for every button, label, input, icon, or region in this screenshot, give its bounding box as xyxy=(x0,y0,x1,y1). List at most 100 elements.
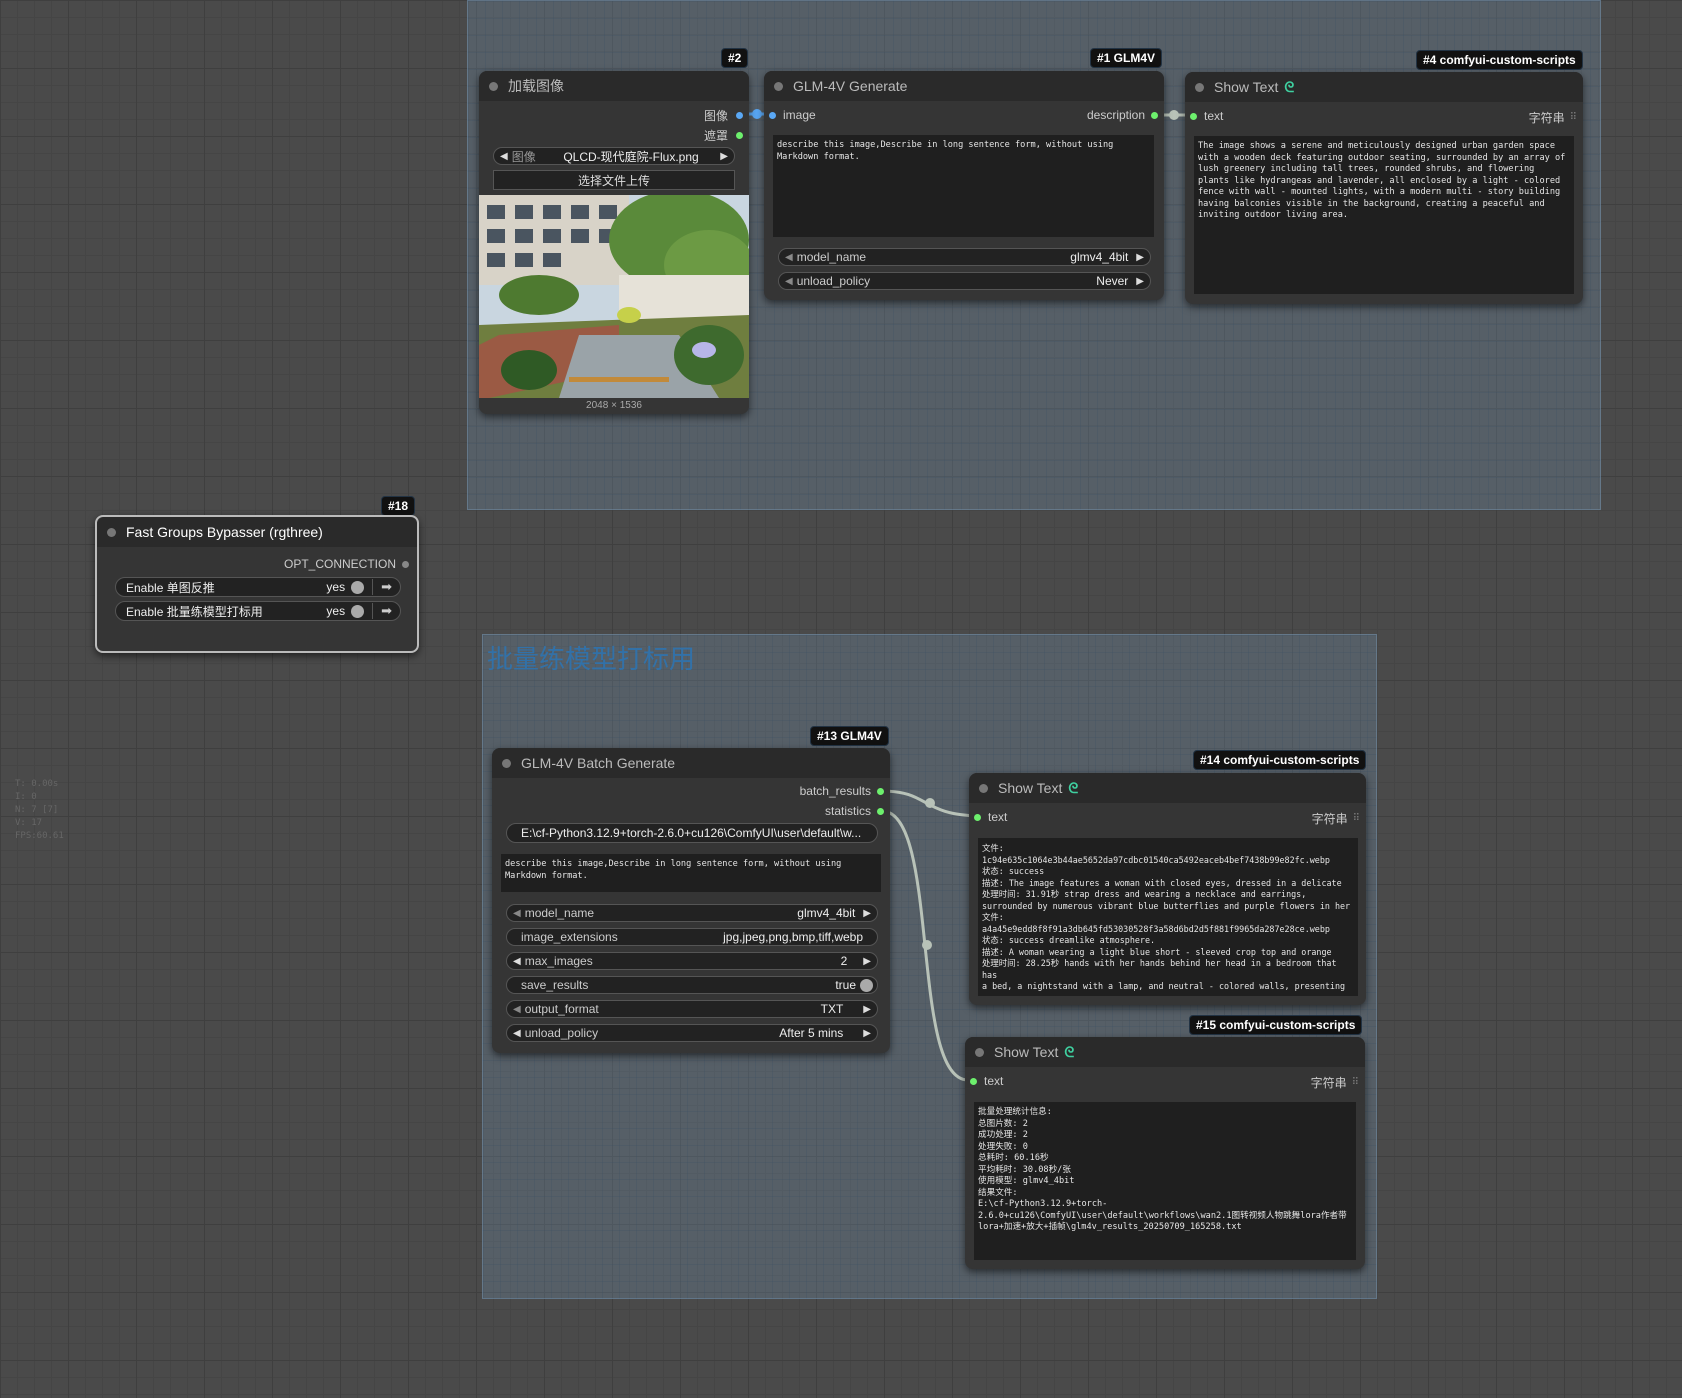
node-header[interactable]: 加载图像 xyxy=(479,71,749,101)
output-mask[interactable]: 遮罩 xyxy=(704,127,743,144)
collapse-dot[interactable] xyxy=(774,81,783,91)
slot-label: text xyxy=(984,1074,1004,1088)
show-text-node-14[interactable]: Show Text ᘓ text 字符串 ⠿ 文件: 1c94e635c1064e… xyxy=(969,773,1366,1005)
show-text-node-15[interactable]: Show Text ᘓ text 字符串 ⠿ 批量处理统计信息: 总图片数: 2 … xyxy=(965,1037,1365,1269)
collapse-dot[interactable] xyxy=(502,758,511,768)
node-title: Show Text xyxy=(1214,79,1279,95)
save-results-toggle[interactable]: save_results true xyxy=(506,976,878,994)
group-title[interactable]: 批量练模型打标用 xyxy=(487,639,695,676)
arrow-right-icon[interactable]: ▶ xyxy=(863,1028,871,1039)
slot-label: 遮罩 xyxy=(703,129,728,143)
input-pin[interactable] xyxy=(1190,112,1197,120)
collapse-dot[interactable] xyxy=(979,783,988,793)
input-pin[interactable] xyxy=(970,1077,977,1085)
node-header[interactable]: Fast Groups Bypasser (rgthree) xyxy=(97,517,417,547)
toggle-knob[interactable] xyxy=(860,978,873,992)
show-text-node-4[interactable]: Show Text ᘓ text 字符串 ⠿ The image shows a … xyxy=(1185,72,1583,304)
collapse-dot[interactable] xyxy=(107,527,116,537)
prompt-textarea[interactable]: describe this image,Describe in long sen… xyxy=(501,854,881,892)
max-images-number[interactable]: ◀ max_images 2 ▶ xyxy=(506,952,878,970)
node-header[interactable]: Show Text ᘓ xyxy=(965,1037,1365,1067)
node-header[interactable]: Show Text ᘓ xyxy=(969,773,1366,803)
input-image[interactable]: image xyxy=(769,108,816,122)
arrow-right-icon[interactable]: ▶ xyxy=(863,908,871,919)
slot-label: OPT_CONNECTION xyxy=(283,557,396,571)
widget-value: glmv4_4bit xyxy=(797,906,856,920)
node-header[interactable]: Show Text ᘓ xyxy=(1185,72,1583,102)
node-header[interactable]: GLM-4V Generate xyxy=(764,71,1164,101)
toggle-row[interactable]: Enable 单图反推 yes ➡ xyxy=(115,577,401,597)
arrow-right-icon[interactable]: ▶ xyxy=(863,1004,871,1015)
node-title: GLM-4V Generate xyxy=(793,78,908,94)
stat-fps: FPS:60.61 xyxy=(15,831,64,841)
glm-generate-node[interactable]: GLM-4V Generate image description descri… xyxy=(764,71,1164,300)
batch-generate-node[interactable]: GLM-4V Batch Generate batch_results stat… xyxy=(492,748,890,1053)
arrow-right-icon[interactable]: ▶ xyxy=(863,956,871,967)
output-pin[interactable] xyxy=(877,807,884,815)
arrow-right-icon[interactable]: ▶ xyxy=(1136,252,1144,263)
image-preview xyxy=(479,195,749,398)
snake-icon: ᘓ xyxy=(1284,78,1295,95)
arrow-right-icon[interactable]: ▶ xyxy=(720,151,728,162)
model-name-combo[interactable]: ◀ model_name glmv4_4bit ▶ xyxy=(506,904,878,922)
arrow-left-icon[interactable]: ◀ xyxy=(513,956,521,967)
arrow-left-icon[interactable]: ◀ xyxy=(500,151,508,162)
grip-icon: ⠿ xyxy=(1569,112,1577,123)
collapse-dot[interactable] xyxy=(489,81,498,91)
image-select[interactable]: ◀ 图像 QLCD-现代庭院-Flux.png ▶ xyxy=(493,147,735,165)
model-name-combo[interactable]: ◀ model_name glmv4_4bit ▶ xyxy=(778,248,1151,266)
input-pin[interactable] xyxy=(769,111,776,119)
load-image-node[interactable]: 加载图像 图像 遮罩 ◀ 图像 QLCD-现代庭院-Flux.png ▶ 选择文… xyxy=(479,71,749,414)
output-statistics[interactable]: statistics xyxy=(825,804,884,818)
node-title: Show Text xyxy=(994,1044,1059,1060)
prompt-textarea[interactable]: describe this image,Describe in long sen… xyxy=(773,135,1154,237)
input-text[interactable]: text xyxy=(1190,109,1223,123)
arrow-left-icon[interactable]: ◀ xyxy=(513,908,521,919)
node-badge: #2 xyxy=(721,48,749,68)
snake-icon: ᘓ xyxy=(1064,1043,1075,1060)
type-label: 字符串 ⠿ xyxy=(1529,109,1577,126)
output-pin[interactable] xyxy=(736,112,743,119)
output-textarea[interactable]: 批量处理统计信息: 总图片数: 2 成功处理: 2 处理失败: 0 总耗时: 6… xyxy=(974,1102,1356,1260)
output-pin[interactable] xyxy=(1151,111,1158,119)
navigate-arrow-icon[interactable]: ➡ xyxy=(372,603,400,619)
navigate-arrow-icon[interactable]: ➡ xyxy=(372,579,400,595)
stat-v: V: 17 xyxy=(15,818,43,828)
arrow-left-icon[interactable]: ◀ xyxy=(513,1028,521,1039)
arrow-left-icon[interactable]: ◀ xyxy=(513,1004,521,1015)
upload-button[interactable]: 选择文件上传 xyxy=(493,170,735,190)
toggle-row[interactable]: Enable 批量练模型打标用 yes ➡ xyxy=(115,601,401,621)
widget-value: Never xyxy=(1096,274,1129,288)
output-image[interactable]: 图像 xyxy=(704,107,743,124)
bypasser-node[interactable]: Fast Groups Bypasser (rgthree) OPT_CONNE… xyxy=(95,515,419,653)
toggle-knob[interactable] xyxy=(351,604,365,618)
input-pin[interactable] xyxy=(974,813,981,821)
widget-value: yes xyxy=(326,604,346,618)
output-description[interactable]: description xyxy=(1087,108,1158,122)
unload-policy-combo[interactable]: ◀ unload_policy After 5 mins ▶ xyxy=(506,1024,878,1042)
arrow-left-icon[interactable]: ◀ xyxy=(785,276,793,287)
slot-label: statistics xyxy=(824,804,871,818)
output-pin[interactable] xyxy=(736,132,743,139)
input-text[interactable]: text xyxy=(970,1074,1003,1088)
toggle-knob[interactable] xyxy=(351,580,365,594)
collapse-dot[interactable] xyxy=(975,1047,984,1057)
output-pin[interactable] xyxy=(402,560,409,568)
widget-label: Enable 批量练模型打标用 xyxy=(126,604,263,619)
input-text[interactable]: text xyxy=(974,810,1007,824)
output-textarea[interactable]: The image shows a serene and meticulousl… xyxy=(1194,136,1574,294)
output-opt-connection[interactable]: OPT_CONNECTION xyxy=(284,557,409,571)
collapse-dot[interactable] xyxy=(1195,82,1204,92)
output-textarea[interactable]: 文件: 1c94e635c1064e3b44ae5652da97cdbc0154… xyxy=(978,838,1358,996)
folder-path-input[interactable]: E:\cf-Python3.12.9+torch-2.6.0+cu126\Com… xyxy=(506,823,878,843)
node-header[interactable]: GLM-4V Batch Generate xyxy=(492,748,890,778)
node-badge: #14 comfyui-custom-scripts xyxy=(1193,750,1367,770)
output-batch-results[interactable]: batch_results xyxy=(800,784,884,798)
output-pin[interactable] xyxy=(877,787,884,795)
arrow-left-icon[interactable]: ◀ xyxy=(785,252,793,263)
unload-policy-combo[interactable]: ◀ unload_policy Never ▶ xyxy=(778,272,1151,290)
image-extensions-input[interactable]: image_extensions jpg,jpeg,png,bmp,tiff,w… xyxy=(506,928,878,946)
output-format-combo[interactable]: ◀ output_format TXT ▶ xyxy=(506,1000,878,1018)
arrow-right-icon[interactable]: ▶ xyxy=(1136,276,1144,287)
stat-nodes: N: 7 [7] xyxy=(15,805,59,815)
